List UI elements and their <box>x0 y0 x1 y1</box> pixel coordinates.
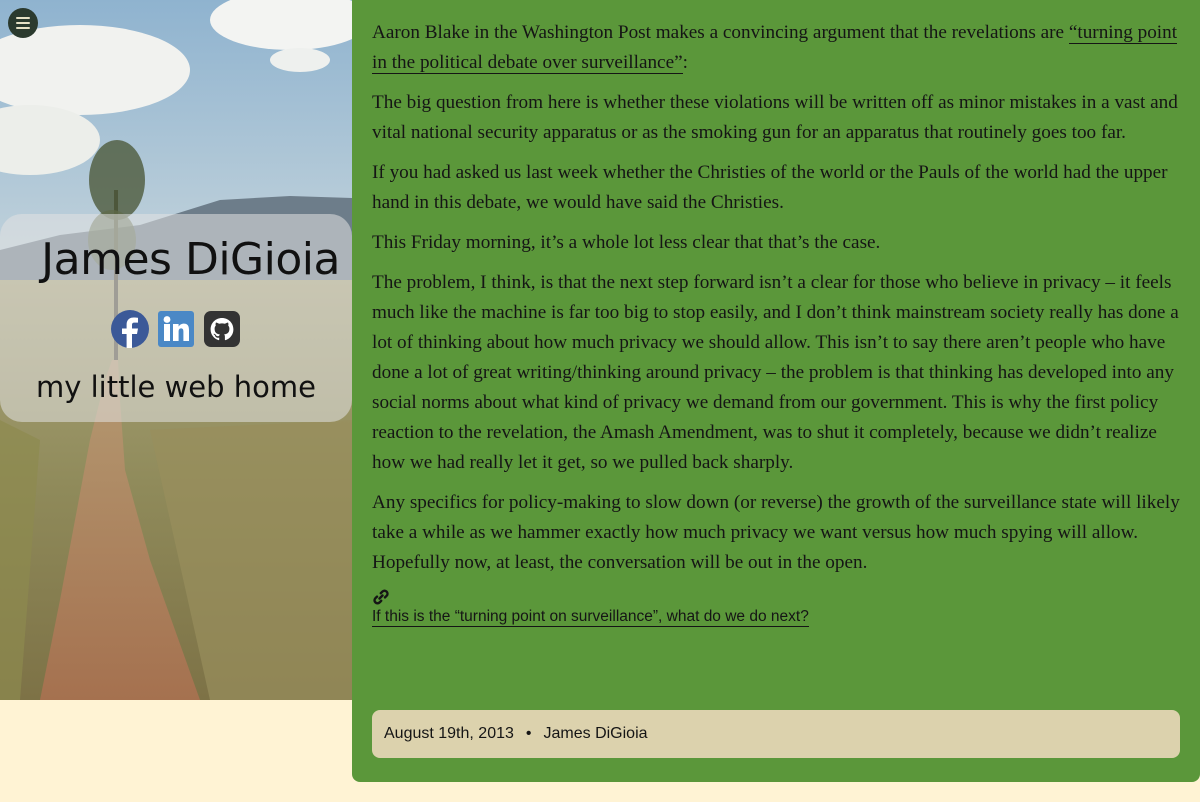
link-icon[interactable] <box>372 588 390 606</box>
article-card: Aaron Blake in the Washington Post makes… <box>352 0 1200 782</box>
site-name[interactable]: James DiGioia <box>0 234 340 285</box>
identity-card: James DiGioia my little web home <box>0 214 352 422</box>
meta-separator: • <box>525 725 532 742</box>
hamburger-menu-icon <box>16 17 30 19</box>
facebook-link[interactable] <box>111 310 149 348</box>
article-paragraph: The big question from here is whether th… <box>372 92 1178 143</box>
site-tagline: my little web home <box>35 370 316 404</box>
facebook-icon <box>111 310 149 348</box>
intro-text: Aaron Blake in the Washington Post makes… <box>372 22 1069 43</box>
article-intro: Aaron Blake in the Washington Post makes… <box>372 18 1180 78</box>
linkedin-link[interactable] <box>157 310 195 348</box>
post-meta-bar: August 19th, 2013 • James DiGioia <box>372 710 1180 758</box>
post-date[interactable]: August 19th, 2013 <box>384 725 514 743</box>
github-link[interactable] <box>203 310 241 348</box>
article-paragraph: The problem, I think, is that the next s… <box>372 272 1179 473</box>
github-icon <box>204 311 240 347</box>
article-paragraph: If you had asked us last week whether th… <box>372 162 1168 213</box>
permalink-row: If this is the “turning point on surveil… <box>372 588 1180 627</box>
article-paragraph: This Friday morning, it’s a whole lot le… <box>372 232 881 253</box>
linkedin-icon <box>158 311 194 347</box>
article-paragraph: Any specifics for policy-making to slow … <box>372 492 1180 573</box>
hero-panel: James DiGioia my little web home <box>0 0 352 700</box>
intro-colon: : <box>682 52 688 73</box>
social-links <box>0 310 352 348</box>
post-author[interactable]: James DiGioia <box>544 725 648 743</box>
menu-button[interactable] <box>8 8 38 38</box>
post-title-link[interactable]: If this is the “turning point on surveil… <box>372 608 809 627</box>
